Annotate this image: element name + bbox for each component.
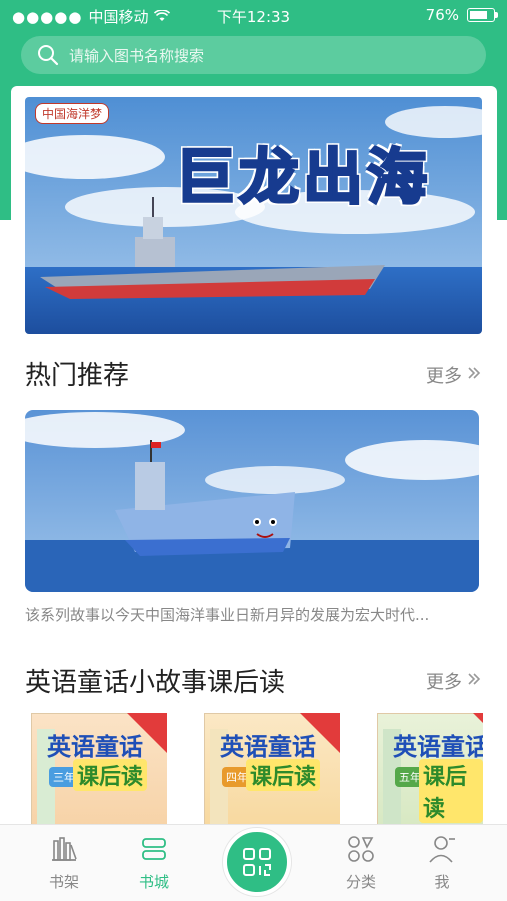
hot-more-link[interactable]: 更多 bbox=[426, 362, 482, 388]
english-more-link[interactable]: 更多 bbox=[426, 668, 482, 694]
category-icon bbox=[321, 835, 401, 863]
tab-bookshelf-label: 书架 bbox=[48, 873, 79, 891]
double-chevron-right-icon bbox=[466, 365, 482, 386]
tab-bookstore[interactable]: 书城 bbox=[114, 835, 194, 892]
search-bar[interactable]: 请输入图书名称搜索 bbox=[21, 36, 486, 74]
book-subtitle: 课后读 bbox=[246, 759, 321, 791]
banner-title: 巨龙出海 bbox=[174, 142, 431, 215]
profile-icon bbox=[402, 835, 482, 863]
book-card[interactable]: 英语童话 三年级 课后读 bbox=[31, 713, 167, 825]
hot-section-title: 热门推荐 bbox=[25, 361, 130, 391]
hot-book-cover[interactable] bbox=[25, 410, 479, 592]
search-icon bbox=[37, 44, 59, 66]
banner-brand-badge: 中国海洋梦 bbox=[35, 103, 110, 124]
battery-icon bbox=[467, 8, 498, 22]
status-bar: ●●●●● 中国移动 下午12:33 76% bbox=[0, 0, 507, 30]
book-card[interactable]: 英语童话 四年级 课后读 bbox=[204, 713, 340, 825]
hot-book-illustration bbox=[25, 410, 479, 592]
book-title: 英语童话 bbox=[393, 733, 483, 761]
book-card[interactable]: 英语童话 五年级 课后读 bbox=[377, 713, 483, 825]
bookshelf-icon bbox=[24, 835, 104, 863]
tab-category-label: 分类 bbox=[345, 873, 376, 891]
bookstore-icon bbox=[114, 835, 194, 863]
english-section-title: 英语童话小故事课后读 bbox=[25, 668, 286, 698]
search-placeholder[interactable]: 请输入图书名称搜索 bbox=[69, 45, 204, 66]
book-subtitle: 课后读 bbox=[419, 759, 483, 823]
english-more-label: 更多 bbox=[426, 672, 462, 693]
tab-profile-label: 我 bbox=[434, 873, 450, 891]
tab-bookstore-label: 书城 bbox=[138, 873, 169, 891]
hot-book-description: 该系列故事以今天中国海洋事业日新月异的发展为宏大时代... bbox=[25, 606, 430, 624]
banner[interactable]: 中国海洋梦 巨龙出海 bbox=[25, 97, 482, 334]
book-title: 英语童话 bbox=[220, 733, 316, 761]
tab-profile[interactable]: 我 bbox=[402, 835, 482, 892]
scan-icon bbox=[241, 846, 273, 882]
book-title: 英语童话 bbox=[47, 733, 143, 761]
tab-bookshelf[interactable]: 书架 bbox=[24, 835, 104, 892]
battery-percent: 76% bbox=[425, 6, 459, 24]
scan-button[interactable] bbox=[223, 828, 291, 896]
tab-category[interactable]: 分类 bbox=[321, 835, 401, 892]
double-chevron-right-icon bbox=[466, 671, 482, 692]
hot-more-label: 更多 bbox=[426, 366, 462, 387]
book-subtitle: 课后读 bbox=[73, 759, 148, 791]
